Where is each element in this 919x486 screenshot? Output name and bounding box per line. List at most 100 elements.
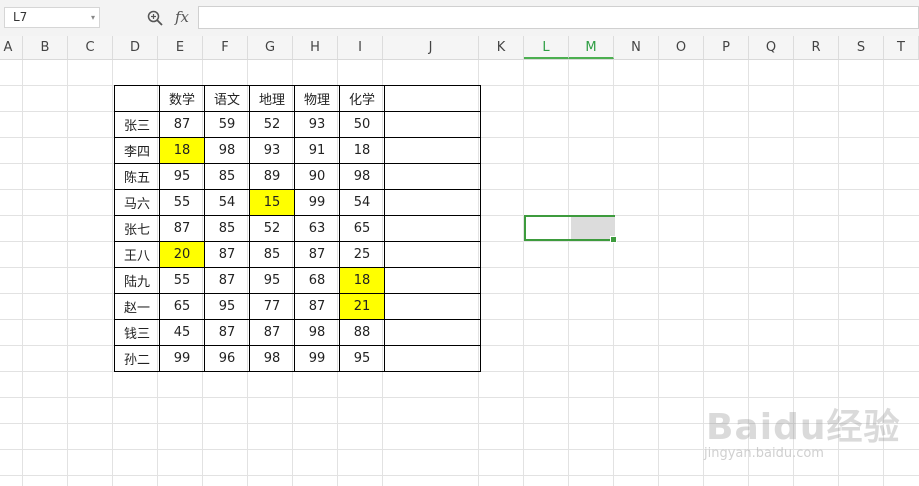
column-header-d[interactable]: D — [113, 36, 158, 59]
table-cell[interactable]: 95 — [159, 163, 205, 190]
table-cell[interactable]: 65 — [159, 293, 205, 320]
fx-icon[interactable]: fx — [175, 8, 189, 26]
table-cell[interactable]: 数学 — [159, 85, 205, 112]
table-cell[interactable]: 88 — [339, 319, 385, 346]
column-header-h[interactable]: H — [293, 36, 338, 59]
column-header-t[interactable]: T — [884, 36, 919, 59]
table-cell[interactable] — [384, 293, 481, 320]
table-cell[interactable]: 钱三 — [114, 319, 160, 346]
table-cell[interactable]: 59 — [204, 111, 250, 138]
table-cell[interactable]: 张七 — [114, 215, 160, 242]
table-cell[interactable] — [114, 85, 160, 112]
table-cell[interactable]: 87 — [159, 215, 205, 242]
table-cell[interactable]: 98 — [339, 163, 385, 190]
table-cell[interactable]: 63 — [294, 215, 340, 242]
table-cell[interactable]: 99 — [159, 345, 205, 372]
table-cell[interactable]: 93 — [249, 137, 295, 164]
fill-handle[interactable] — [610, 236, 617, 243]
table-cell[interactable]: 98 — [249, 345, 295, 372]
table-cell[interactable]: 15 — [249, 189, 295, 216]
column-header-m[interactable]: M — [569, 36, 614, 59]
table-cell[interactable] — [384, 163, 481, 190]
table-cell[interactable]: 化学 — [339, 85, 385, 112]
table-cell[interactable]: 98 — [294, 319, 340, 346]
table-cell[interactable]: 55 — [159, 189, 205, 216]
table-cell[interactable]: 95 — [339, 345, 385, 372]
column-header-k[interactable]: K — [479, 36, 524, 59]
table-cell[interactable]: 50 — [339, 111, 385, 138]
table-cell[interactable]: 87 — [249, 319, 295, 346]
table-cell[interactable]: 85 — [249, 241, 295, 268]
table-cell[interactable]: 98 — [204, 137, 250, 164]
table-cell[interactable]: 18 — [339, 137, 385, 164]
table-cell[interactable]: 52 — [249, 111, 295, 138]
table-cell[interactable]: 85 — [204, 163, 250, 190]
selected-cell-range[interactable] — [524, 215, 617, 243]
table-cell[interactable]: 95 — [249, 267, 295, 294]
table-cell[interactable] — [384, 319, 481, 346]
column-header-g[interactable]: G — [248, 36, 293, 59]
table-cell[interactable]: 18 — [339, 267, 385, 294]
table-cell[interactable]: 77 — [249, 293, 295, 320]
table-cell[interactable]: 93 — [294, 111, 340, 138]
table-cell[interactable]: 语文 — [204, 85, 250, 112]
table-cell[interactable]: 孙二 — [114, 345, 160, 372]
table-cell[interactable]: 20 — [159, 241, 205, 268]
table-cell[interactable]: 陆九 — [114, 267, 160, 294]
table-cell[interactable]: 68 — [294, 267, 340, 294]
table-cell[interactable]: 物理 — [294, 85, 340, 112]
table-cell[interactable]: 85 — [204, 215, 250, 242]
table-cell[interactable] — [384, 267, 481, 294]
column-header-f[interactable]: F — [203, 36, 248, 59]
column-header-s[interactable]: S — [839, 36, 884, 59]
table-cell[interactable]: 90 — [294, 163, 340, 190]
table-cell[interactable]: 18 — [159, 137, 205, 164]
column-header-a[interactable]: A — [0, 36, 23, 59]
table-cell[interactable]: 65 — [339, 215, 385, 242]
column-header-r[interactable]: R — [794, 36, 839, 59]
table-cell[interactable]: 45 — [159, 319, 205, 346]
table-cell[interactable] — [384, 137, 481, 164]
table-cell[interactable]: 91 — [294, 137, 340, 164]
table-cell[interactable]: 52 — [249, 215, 295, 242]
table-cell[interactable]: 87 — [204, 319, 250, 346]
table-cell[interactable] — [384, 111, 481, 138]
table-cell[interactable]: 95 — [204, 293, 250, 320]
table-cell[interactable] — [384, 241, 481, 268]
table-cell[interactable]: 陈五 — [114, 163, 160, 190]
table-cell[interactable]: 87 — [159, 111, 205, 138]
table-cell[interactable]: 99 — [294, 345, 340, 372]
table-cell[interactable] — [384, 189, 481, 216]
column-header-e[interactable]: E — [158, 36, 203, 59]
column-header-j[interactable]: J — [383, 36, 479, 59]
column-header-i[interactable]: I — [338, 36, 383, 59]
table-cell[interactable]: 赵一 — [114, 293, 160, 320]
formula-input[interactable] — [198, 6, 919, 29]
table-cell[interactable]: 87 — [204, 241, 250, 268]
table-cell[interactable]: 87 — [294, 293, 340, 320]
column-header-l[interactable]: L — [524, 36, 569, 59]
table-cell[interactable] — [384, 345, 481, 372]
table-cell[interactable] — [384, 85, 481, 112]
column-header-p[interactable]: P — [704, 36, 749, 59]
name-box[interactable]: L7 ▾ — [4, 7, 100, 28]
table-cell[interactable]: 96 — [204, 345, 250, 372]
column-header-n[interactable]: N — [614, 36, 659, 59]
column-header-c[interactable]: C — [68, 36, 113, 59]
table-cell[interactable]: 54 — [204, 189, 250, 216]
table-cell[interactable]: 54 — [339, 189, 385, 216]
table-cell[interactable]: 25 — [339, 241, 385, 268]
table-cell[interactable]: 89 — [249, 163, 295, 190]
table-cell[interactable]: 87 — [204, 267, 250, 294]
table-cell[interactable]: 李四 — [114, 137, 160, 164]
table-cell[interactable]: 21 — [339, 293, 385, 320]
table-cell[interactable]: 张三 — [114, 111, 160, 138]
table-cell[interactable] — [384, 215, 481, 242]
name-box-dropdown-icon[interactable]: ▾ — [91, 8, 95, 27]
table-cell[interactable]: 55 — [159, 267, 205, 294]
column-header-b[interactable]: B — [23, 36, 68, 59]
column-header-q[interactable]: Q — [749, 36, 794, 59]
table-cell[interactable]: 马六 — [114, 189, 160, 216]
column-header-o[interactable]: O — [659, 36, 704, 59]
table-cell[interactable]: 87 — [294, 241, 340, 268]
